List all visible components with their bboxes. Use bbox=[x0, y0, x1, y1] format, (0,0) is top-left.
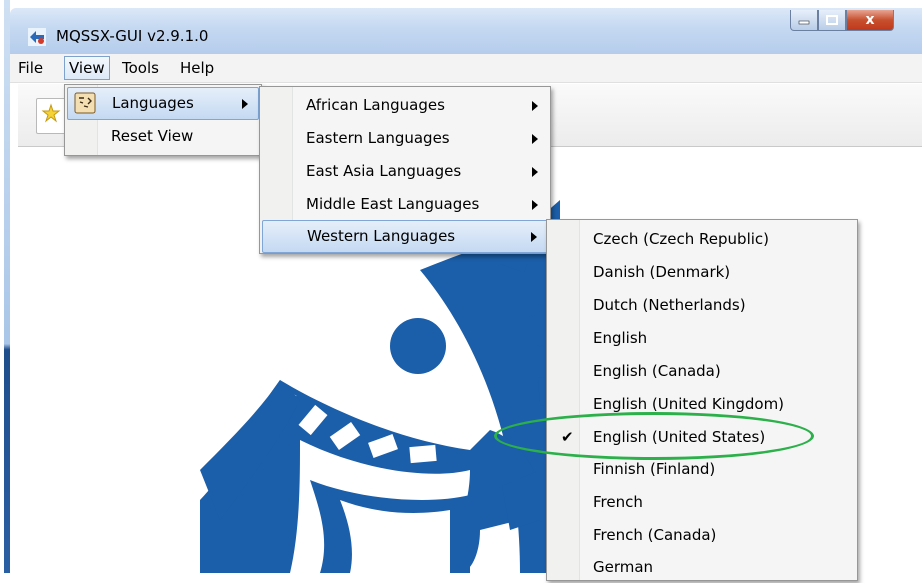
window-controls: x bbox=[790, 10, 894, 32]
menu-item-label: Czech (Czech Republic) bbox=[593, 230, 770, 248]
menu-item-language[interactable]: Danish (Denmark) bbox=[549, 257, 855, 288]
submenu-arrow-icon bbox=[532, 200, 538, 210]
menu-item-middle-east-languages[interactable]: Middle East Languages bbox=[262, 189, 548, 220]
title-bar[interactable]: MQSSX-GUI v2.9.1.0 bbox=[10, 8, 922, 54]
menu-item-label: Languages bbox=[112, 94, 194, 112]
menu-item-language[interactable]: French bbox=[549, 487, 855, 518]
menu-item-language[interactable]: German bbox=[549, 552, 855, 583]
window-title: MQSSX-GUI v2.9.1.0 bbox=[56, 27, 209, 45]
menu-item-label: German bbox=[593, 558, 654, 576]
menu-tools[interactable]: Tools bbox=[118, 57, 163, 79]
languages-menu: African Languages Eastern Languages East… bbox=[259, 86, 551, 254]
menu-item-label: Dutch (Netherlands) bbox=[593, 296, 746, 314]
maximize-icon bbox=[826, 15, 838, 25]
annotation-highlight-ellipse bbox=[494, 412, 814, 460]
menu-item-reset-view[interactable]: Reset View bbox=[67, 121, 259, 152]
menu-bar: File View Tools Help bbox=[10, 54, 922, 83]
menu-item-language[interactable]: French (Canada) bbox=[549, 520, 855, 551]
close-button[interactable]: x bbox=[846, 10, 894, 31]
menu-item-eastern-languages[interactable]: Eastern Languages bbox=[262, 123, 548, 154]
submenu-arrow-icon bbox=[532, 134, 538, 144]
minimize-button[interactable] bbox=[790, 10, 818, 31]
menu-item-languages[interactable]: Languages bbox=[67, 87, 259, 120]
menu-item-label: African Languages bbox=[306, 96, 445, 114]
menu-item-label: Danish (Denmark) bbox=[593, 263, 731, 281]
menu-item-label: English (Canada) bbox=[593, 362, 721, 380]
menu-item-label: Middle East Languages bbox=[306, 195, 480, 213]
face-speech-icon bbox=[74, 92, 96, 114]
maximize-button[interactable] bbox=[818, 10, 846, 31]
submenu-arrow-icon bbox=[531, 232, 537, 242]
menu-view[interactable]: View bbox=[64, 56, 110, 80]
menu-item-language[interactable]: Dutch (Netherlands) bbox=[549, 290, 855, 321]
submenu-arrow-icon bbox=[532, 101, 538, 111]
menu-item-east-asia-languages[interactable]: East Asia Languages bbox=[262, 156, 548, 187]
app-logo-icon bbox=[28, 28, 46, 46]
menu-item-african-languages[interactable]: African Languages bbox=[262, 90, 548, 121]
menu-item-western-languages[interactable]: Western Languages bbox=[262, 220, 548, 253]
submenu-arrow-icon bbox=[532, 167, 538, 177]
close-icon: x bbox=[865, 12, 875, 28]
menu-item-label: French (Canada) bbox=[593, 526, 717, 544]
western-languages-menu: Czech (Czech Republic) Danish (Denmark) … bbox=[546, 219, 858, 581]
menu-item-label: Eastern Languages bbox=[306, 129, 450, 147]
view-menu: Languages Reset View bbox=[64, 84, 262, 156]
menu-item-language[interactable]: English (Canada) bbox=[549, 356, 855, 387]
menu-file[interactable]: File bbox=[14, 57, 47, 79]
menu-item-label: East Asia Languages bbox=[306, 162, 462, 180]
menu-item-label: English bbox=[593, 329, 648, 347]
menu-item-label: Western Languages bbox=[307, 227, 456, 245]
menu-item-language[interactable]: Czech (Czech Republic) bbox=[549, 224, 855, 255]
menu-help[interactable]: Help bbox=[176, 57, 218, 79]
menu-item-label: French bbox=[593, 493, 643, 511]
menu-item-language[interactable]: English bbox=[549, 323, 855, 354]
submenu-arrow-icon bbox=[242, 99, 248, 109]
menu-item-label: Reset View bbox=[111, 127, 194, 145]
minimize-icon bbox=[798, 20, 810, 25]
